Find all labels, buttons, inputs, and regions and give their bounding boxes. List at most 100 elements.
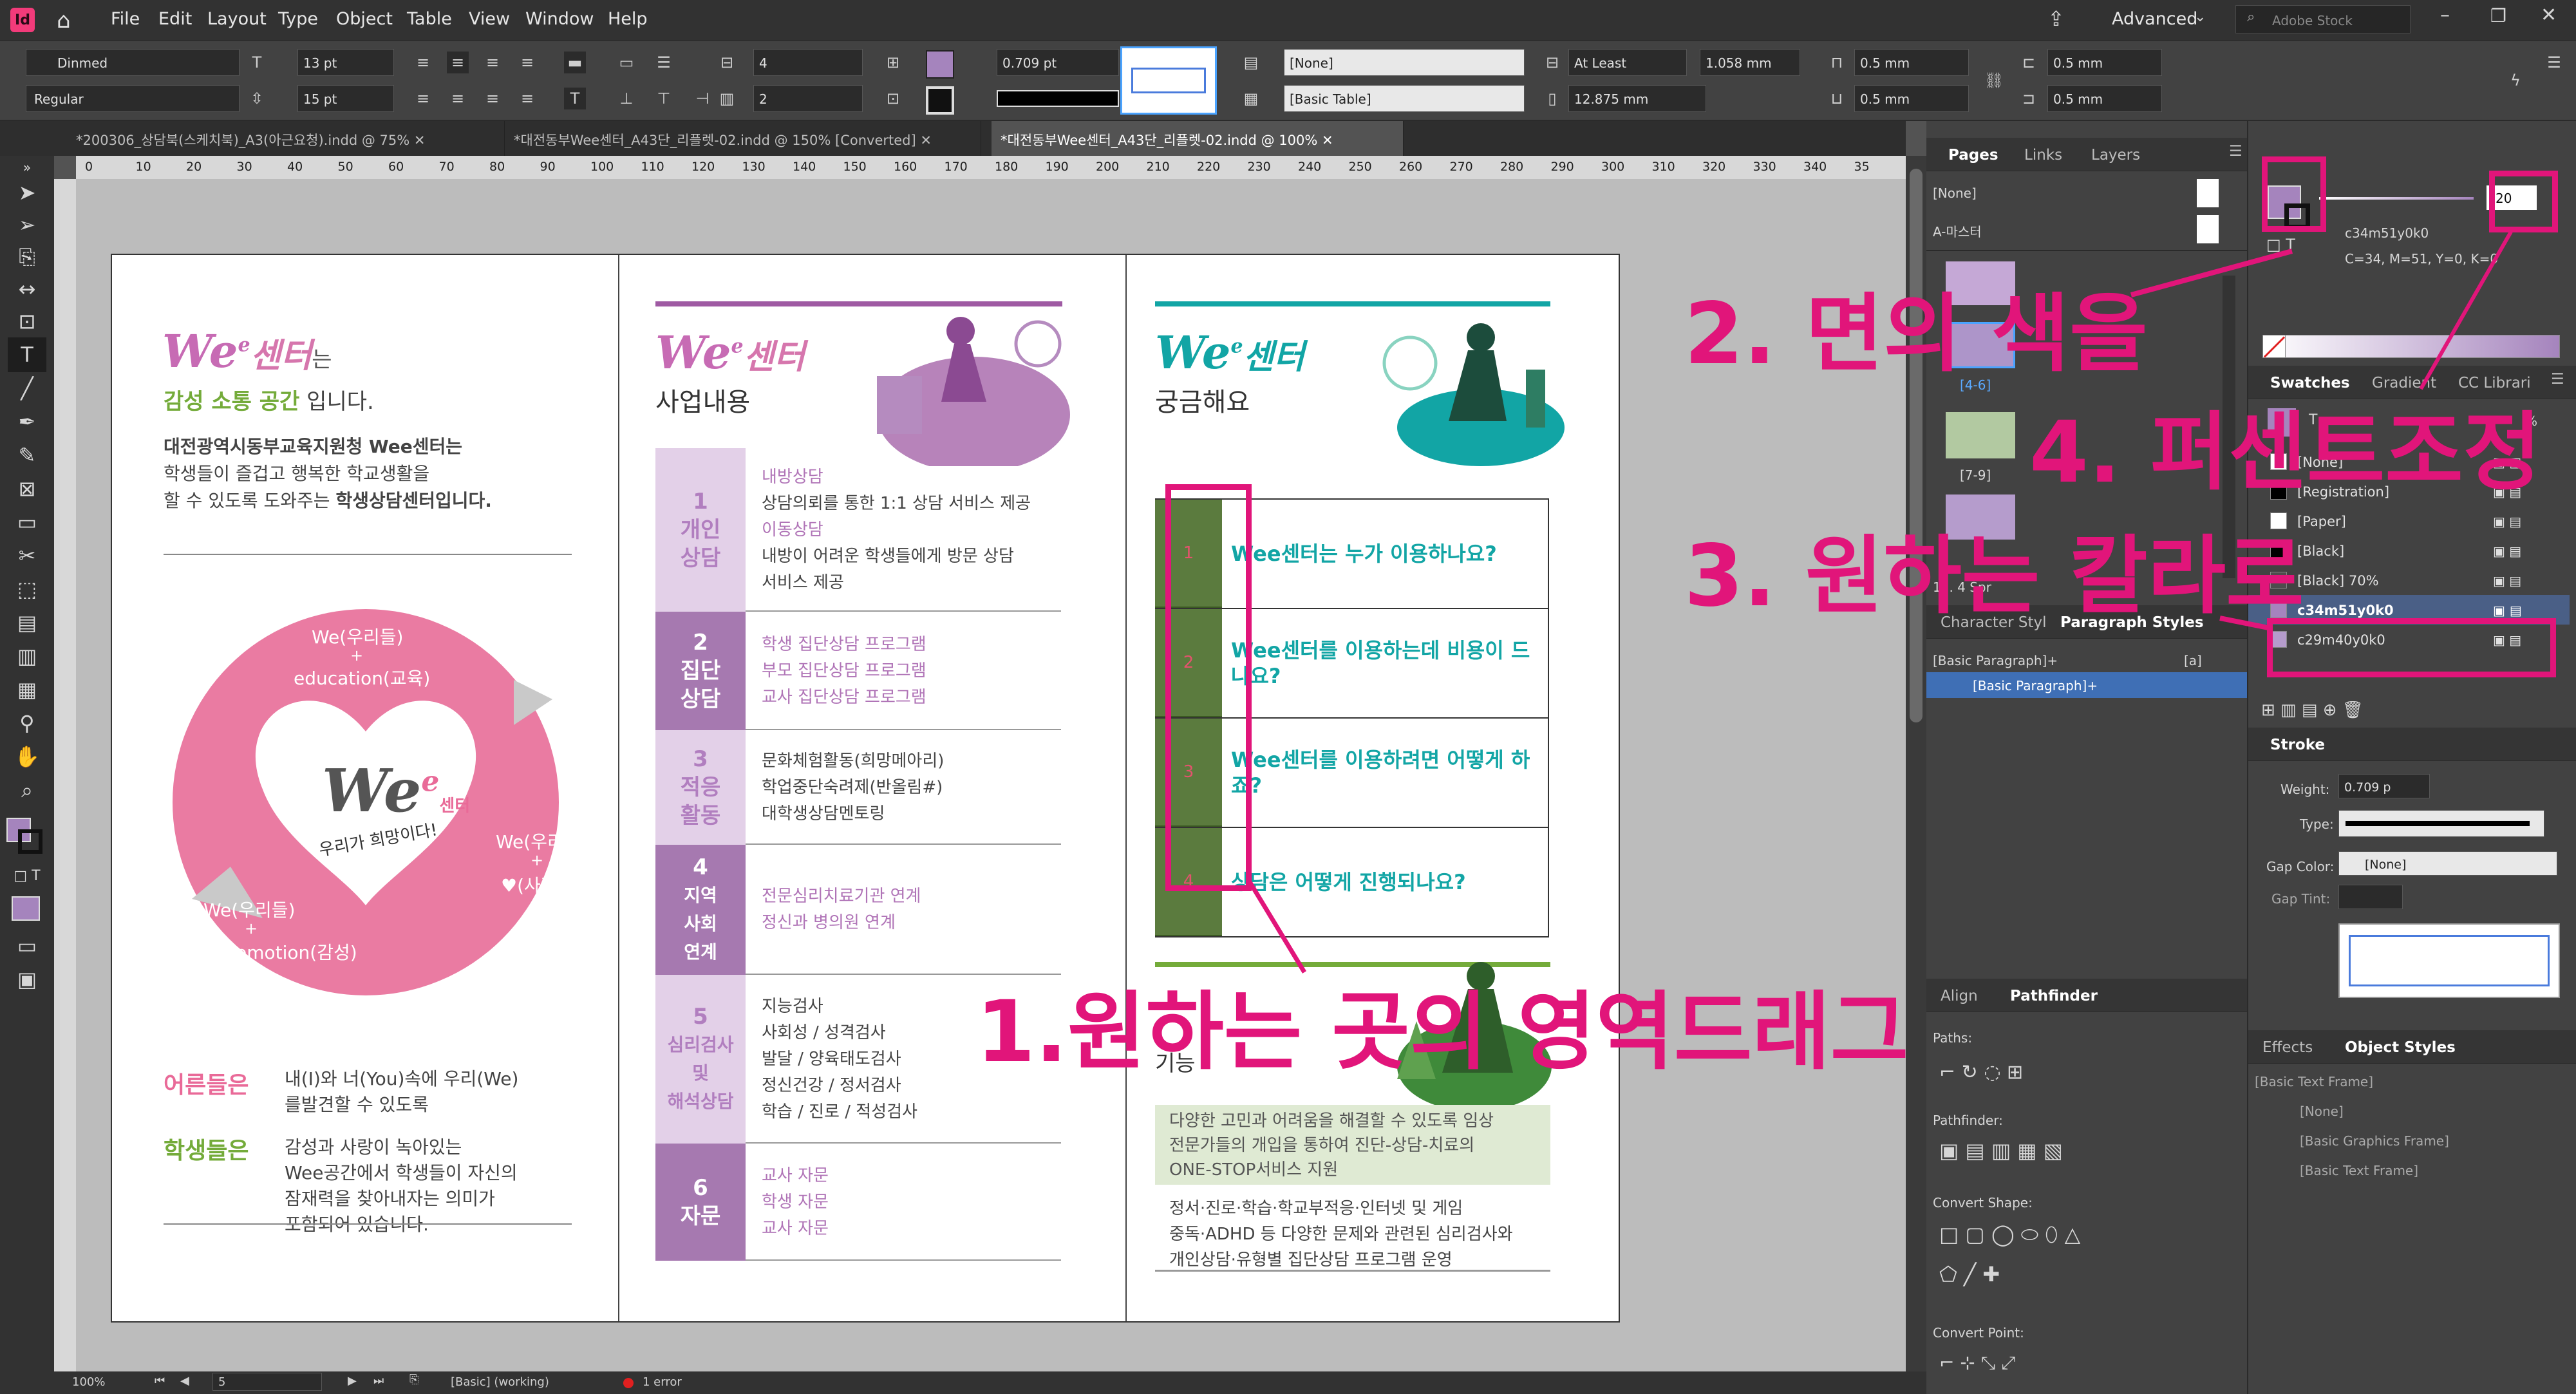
stroke-swatch[interactable] bbox=[926, 86, 954, 115]
tab-align[interactable]: Align bbox=[1941, 988, 1978, 1004]
tint-slider-track[interactable] bbox=[2319, 197, 2474, 200]
document-spread[interactable]: Wee센터는 감성 소통 공간 입니다. 대전광역시동부교육지원청 Wee센터는… bbox=[111, 254, 1620, 1323]
error-count[interactable]: 1 error bbox=[643, 1375, 682, 1389]
inset-left-field[interactable]: 0.5 mm bbox=[2047, 49, 2162, 76]
menu-object[interactable]: Object bbox=[336, 9, 393, 29]
paragraph-style-selected[interactable]: [Basic Paragraph]+ bbox=[1926, 672, 2247, 698]
note-tool-icon[interactable]: ▦ bbox=[8, 672, 46, 707]
menu-type[interactable]: Type bbox=[278, 9, 318, 29]
vertical-ruler[interactable] bbox=[54, 179, 76, 1371]
merge-cells-icon[interactable]: ⊞ bbox=[882, 52, 904, 73]
share-icon[interactable]: ⇪ bbox=[2047, 6, 2065, 31]
zoom-tool-icon[interactable]: ⌕ bbox=[8, 773, 46, 807]
column-width-field[interactable]: 12.875 mm bbox=[1568, 85, 1706, 112]
paragraph-style-current[interactable]: [Basic Paragraph]+ bbox=[1933, 653, 2058, 668]
justify-icon[interactable]: ≡ bbox=[516, 52, 538, 73]
align-middle-cell-icon[interactable]: ▭ bbox=[616, 52, 637, 73]
panel-menu-icon[interactable]: ☰ bbox=[2543, 52, 2565, 73]
home-icon[interactable]: ⌂ bbox=[57, 8, 71, 33]
table-style-field[interactable]: [Basic Table] bbox=[1284, 85, 1525, 112]
horizontal-ruler[interactable]: 0 10 20 30 40 50 60 70 80 90 100 110 120 130 140 150 160… bbox=[76, 156, 1906, 179]
color-ramp[interactable] bbox=[2262, 335, 2560, 358]
rectangle-tool-icon[interactable]: ▭ bbox=[8, 505, 46, 540]
rotate-text-90-icon[interactable]: ⊤ bbox=[653, 88, 675, 109]
line-tool-icon[interactable]: ╱ bbox=[8, 371, 46, 406]
pen-tool-icon[interactable]: ✒ bbox=[8, 404, 46, 439]
justify-right-icon[interactable]: ≡ bbox=[482, 88, 503, 109]
toolbar-stroke-swatch[interactable] bbox=[18, 829, 42, 854]
inset-right-field[interactable]: 0.5 mm bbox=[2047, 85, 2162, 112]
selection-tool-icon[interactable]: ➤ bbox=[8, 175, 46, 210]
fill-swatch[interactable] bbox=[926, 50, 954, 79]
faq-question[interactable]: Wee센터를 이용하려면 어떻게 하죠? bbox=[1231, 719, 1540, 827]
inset-bottom-field[interactable]: 0.5 mm bbox=[1854, 85, 1969, 112]
tab-pages[interactable]: Pages bbox=[1948, 147, 1998, 164]
align-top-cell-icon[interactable]: ▬ bbox=[564, 52, 586, 73]
justify-left-icon[interactable]: ≡ bbox=[412, 88, 434, 109]
rows-field[interactable]: 4 bbox=[753, 49, 863, 76]
master-a[interactable]: A-마스터 bbox=[1933, 221, 1982, 240]
apply-color-icon[interactable] bbox=[12, 896, 40, 921]
cell-style-field[interactable]: [None] bbox=[1284, 49, 1525, 76]
preflight-profile[interactable]: [Basic] (working) bbox=[451, 1375, 549, 1389]
menu-layout[interactable]: Layout bbox=[207, 9, 267, 29]
master-none[interactable]: [None] bbox=[1933, 185, 1977, 201]
stroke-weight-input[interactable]: 0.709 p bbox=[2338, 774, 2430, 798]
screen-mode-icon[interactable]: ▭ bbox=[8, 928, 46, 963]
type-tool-icon[interactable]: T bbox=[8, 337, 46, 372]
align-center-icon[interactable]: ≡ bbox=[447, 52, 469, 73]
prev-page-icon[interactable]: ◀ bbox=[180, 1374, 189, 1388]
gradient-swatch-tool-icon[interactable]: ▤ bbox=[8, 605, 46, 640]
faq-question[interactable]: Wee센터를 이용하는데 비용이 드나요? bbox=[1231, 609, 1540, 717]
gap-tint-field[interactable] bbox=[2338, 885, 2403, 909]
font-size-field[interactable]: 13 pt bbox=[297, 49, 394, 76]
columns-field[interactable]: 2 bbox=[753, 85, 863, 112]
leading-field[interactable]: 15 pt bbox=[297, 85, 394, 112]
convert-shape-buttons-2[interactable]: ⬠ ╱ ✚ bbox=[1939, 1262, 2000, 1286]
hand-tool-icon[interactable]: ✋ bbox=[8, 739, 46, 774]
menu-table[interactable]: Table bbox=[407, 9, 452, 29]
panel-menu-icon[interactable]: ☰ bbox=[2229, 143, 2242, 160]
last-page-icon[interactable]: ⏭ bbox=[373, 1374, 384, 1388]
rotate-text-icon[interactable]: ⊥ bbox=[616, 88, 637, 109]
menu-file[interactable]: File bbox=[111, 9, 140, 29]
tab-links[interactable]: Links bbox=[2024, 147, 2062, 164]
tab-layers[interactable]: Layers bbox=[2091, 147, 2140, 164]
stroke-weight-field[interactable]: 0.709 pt bbox=[997, 49, 1119, 76]
menu-edit[interactable]: Edit bbox=[158, 9, 192, 29]
faq-question[interactable]: 상담은 어떻게 진행되나요? bbox=[1231, 828, 1540, 936]
row-height-field[interactable]: 1.058 mm bbox=[1700, 49, 1800, 76]
zoom-level[interactable]: 100% bbox=[72, 1375, 105, 1389]
pathfinder-buttons[interactable]: ▣ ▤ ▥ ▦ ▧ bbox=[1939, 1138, 2063, 1163]
content-collector-icon[interactable]: ⊡ bbox=[8, 304, 46, 339]
gradient-feather-tool-icon[interactable]: ▥ bbox=[8, 639, 46, 673]
inset-top-field[interactable]: 0.5 mm bbox=[1854, 49, 1969, 76]
menu-help[interactable]: Help bbox=[608, 9, 648, 29]
stock-search-input[interactable]: Adobe Stock bbox=[2235, 5, 2411, 33]
workspace-switcher[interactable]: Advanced bbox=[2112, 9, 2197, 29]
scissors-tool-icon[interactable]: ✂ bbox=[8, 538, 46, 573]
presentation-mode-icon[interactable]: ▣ bbox=[8, 962, 46, 997]
free-transform-tool-icon[interactable]: ⬚ bbox=[8, 572, 46, 607]
pencil-tool-icon[interactable]: ✎ bbox=[8, 438, 46, 473]
justify-all-icon[interactable]: ≡ bbox=[516, 88, 538, 109]
object-style-none[interactable]: [None] bbox=[2300, 1104, 2344, 1119]
convert-shape-buttons[interactable]: □ ▢ ◯ ⬭ ⬯ △ bbox=[1939, 1222, 2080, 1247]
tab-doc-2[interactable]: *대전동부Wee센터_A43단_리플렛-02.indd @ 150% [Conv… bbox=[505, 121, 981, 156]
tab-effects[interactable]: Effects bbox=[2262, 1039, 2313, 1056]
rotate-text-180-icon[interactable]: ⊣ bbox=[691, 88, 713, 109]
first-page-icon[interactable]: ⏮ bbox=[155, 1374, 165, 1388]
gap-tool-icon[interactable]: ↔ bbox=[8, 272, 46, 306]
text-frame-icon[interactable]: T bbox=[564, 88, 586, 109]
menu-view[interactable]: View bbox=[469, 9, 510, 29]
stroke-title[interactable]: Stroke bbox=[2270, 737, 2325, 753]
close-icon[interactable]: ✕ bbox=[414, 133, 426, 148]
object-style-graphics[interactable]: [Basic Graphics Frame] bbox=[2300, 1133, 2449, 1149]
align-bottom-cell-icon[interactable]: ☰ bbox=[653, 52, 675, 73]
tab-object-styles[interactable]: Object Styles bbox=[2345, 1039, 2456, 1056]
font-family-field[interactable]: Dinmed bbox=[26, 49, 240, 76]
convert-point-buttons[interactable]: ⌐ ⊹ ⤡ ⤢ bbox=[1939, 1352, 2015, 1374]
open-page-icon[interactable]: ⎘ bbox=[409, 1373, 418, 1386]
swatch-footer-icons[interactable]: ⊞ ▥ ▤ ⊕ 🗑 bbox=[2261, 701, 2364, 720]
restore-icon[interactable]: ❐ bbox=[2490, 5, 2506, 26]
